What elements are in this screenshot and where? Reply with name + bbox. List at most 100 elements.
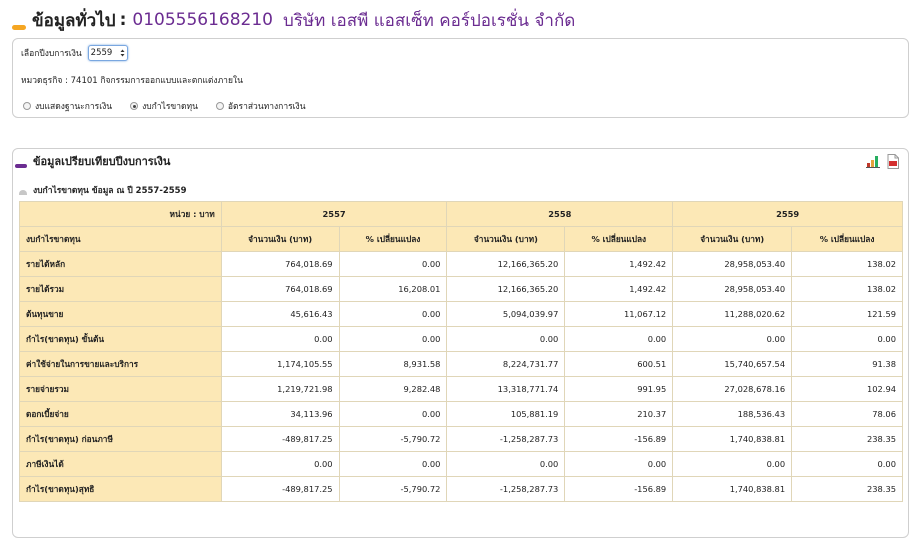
title-accent-mark <box>12 24 26 30</box>
table-row: ภาษีเงินได้ 0.00 0.00 0.00 0.00 0.00 0.00 <box>19 451 903 477</box>
filter-panel: เลือกปีงบการเงิน 2559 หมวดธุรกิจ : 74101… <box>12 38 909 118</box>
table-row: ค่าใช้จ่ายในการขายและบริการ 1,174,105.55 8… <box>19 351 903 377</box>
caption-bullet-icon <box>19 189 27 195</box>
amount-cell: 0.00 <box>220 451 340 477</box>
change-cell: 238.35 <box>791 426 903 452</box>
row-label: ต้นทุนขาย <box>19 301 222 327</box>
radio-button[interactable] <box>23 102 31 110</box>
change-cell: 102.94 <box>791 376 903 402</box>
table-caption: งบกำไรขาดทุน ข้อมูล ณ ปี 2557-2559 <box>19 183 187 197</box>
table-row: รายได้รวม 764,018.69 16,208.01 12,166,365.2… <box>19 276 903 302</box>
amount-header: จำนวนเงิน (บาท) <box>220 226 340 252</box>
change-cell: 78.06 <box>791 401 903 427</box>
change-cell: 0.00 <box>338 301 448 327</box>
radio-income-statement[interactable]: งบกำไรขาดทุน <box>130 99 198 113</box>
change-cell: 210.37 <box>564 401 674 427</box>
table-body: รายได้หลัก 764,018.69 0.00 12,166,365.20 1,4… <box>19 251 903 502</box>
amount-cell: 11,288,020.62 <box>672 301 793 327</box>
income-statement-table: หน่วย : บาท 2557 2558 2559 งบกำไรขาดทุน … <box>19 201 903 502</box>
amount-cell: 45,616.43 <box>220 301 340 327</box>
year-header: 2559 <box>672 201 903 227</box>
amount-cell: 34,113.96 <box>220 401 340 427</box>
amount-cell: -489,817.25 <box>220 476 340 502</box>
change-cell: 121.59 <box>791 301 903 327</box>
radio-label: งบแสดงฐานะการเงิน <box>35 102 113 112</box>
table-caption-text: งบกำไรขาดทุน ข้อมูล ณ ปี 2557-2559 <box>33 186 187 196</box>
row-label: รายได้รวม <box>19 276 222 302</box>
page-title: ข้อมูลทั่วไป : 0105556168210 บริษัท เอสพ… <box>12 6 575 34</box>
title-label: ข้อมูลทั่วไป <box>32 10 116 31</box>
amount-cell: 15,740,657.54 <box>672 351 793 377</box>
change-cell: 16,208.01 <box>338 276 448 302</box>
title-separator: : <box>119 10 127 30</box>
change-cell: 8,931.58 <box>338 351 448 377</box>
year-header: 2557 <box>220 201 448 227</box>
amount-cell: 0.00 <box>220 326 340 352</box>
change-cell: 0.00 <box>338 401 448 427</box>
table-row: ดอกเบี้ยจ่าย 34,113.96 0.00 105,881.19 210.3… <box>19 401 903 427</box>
row-label: กำไร(ขาดทุน) ก่อนภาษี <box>19 426 222 452</box>
amount-cell: 0.00 <box>446 326 566 352</box>
select-arrows-icon <box>120 49 125 57</box>
row-label: ดอกเบี้ยจ่าย <box>19 401 222 427</box>
row-label: ค่าใช้จ่ายในการขายและบริการ <box>19 351 222 377</box>
row-label: กำไร(ขาดทุน) ขั้นต้น <box>19 326 222 352</box>
table-row: กำไร(ขาดทุน) ขั้นต้น 0.00 0.00 0.00 0.00 0.00… <box>19 326 903 352</box>
amount-cell: 105,881.19 <box>446 401 566 427</box>
change-cell: 600.51 <box>564 351 674 377</box>
change-cell: -156.89 <box>564 426 674 452</box>
row-label: กำไร(ขาดทุน)สุทธิ <box>19 476 222 502</box>
row-label: รายจ่ายรวม <box>19 376 222 402</box>
radio-label: งบกำไรขาดทุน <box>142 102 198 112</box>
table-row: กำไร(ขาดทุน)สุทธิ -489,817.25 -5,790.72 -1,… <box>19 476 903 502</box>
amount-cell: 12,166,365.20 <box>446 251 566 277</box>
radio-label: อัตราส่วนทางการเงิน <box>227 102 306 112</box>
amount-cell: 28,958,053.40 <box>672 251 793 277</box>
comparison-title: ข้อมูลเปรียบเทียบปีงบการเงิน <box>33 155 171 168</box>
amount-header: จำนวนเงิน (บาท) <box>446 226 566 252</box>
row-label: รายได้หลัก <box>19 251 222 277</box>
amount-cell: 27,028,678.16 <box>672 376 793 402</box>
radio-button[interactable] <box>130 102 139 110</box>
amount-cell: 1,219,721.98 <box>220 376 340 402</box>
amount-cell: -1,258,287.73 <box>446 476 566 502</box>
change-header: % เปลี่ยนแปลง <box>791 226 903 252</box>
change-cell: 0.00 <box>791 326 903 352</box>
change-header: % เปลี่ยนแปลง <box>338 226 448 252</box>
company-name: บริษัท เอสพี แอสเซ็ท คอร์ปอเรชั่น จำกัด <box>282 10 576 31</box>
table-row: กำไร(ขาดทุน) ก่อนภาษี -489,817.25 -5,790.7… <box>19 426 903 452</box>
column-header-row: งบกำไรขาดทุน จำนวนเงิน (บาท) % เปลี่ยนแป… <box>19 226 903 252</box>
amount-cell: 188,536.43 <box>672 401 793 427</box>
fiscal-year-value: 2559 <box>90 48 113 58</box>
table-row: รายจ่ายรวม 1,219,721.98 9,282.48 13,318,771… <box>19 376 903 402</box>
pdf-export-icon[interactable] <box>886 154 900 169</box>
radio-financial-ratios[interactable]: อัตราส่วนทางการเงิน <box>215 99 306 113</box>
amount-cell: 764,018.69 <box>220 251 340 277</box>
amount-header: จำนวนเงิน (บาท) <box>672 226 793 252</box>
business-type: หมวดธุรกิจ : 74101 กิจกรรมการออกแบบและตก… <box>21 76 243 86</box>
amount-cell: 0.00 <box>672 451 793 477</box>
row-header: งบกำไรขาดทุน <box>19 226 222 252</box>
amount-cell: 1,740,838.81 <box>672 476 793 502</box>
radio-balance-sheet[interactable]: งบแสดงฐานะการเงิน <box>23 99 112 113</box>
change-cell: 238.35 <box>791 476 903 502</box>
change-cell: 0.00 <box>338 451 448 477</box>
table-row: ต้นทุนขาย 45,616.43 0.00 5,094,039.97 11,067… <box>19 301 903 327</box>
change-cell: -156.89 <box>564 476 674 502</box>
excel-export-icon[interactable] <box>866 155 880 168</box>
table-row: รายได้หลัก 764,018.69 0.00 12,166,365.20 1,4… <box>19 251 903 277</box>
radio-button[interactable] <box>215 102 224 110</box>
comparison-header: ข้อมูลเปรียบเทียบปีงบการเงิน <box>13 149 908 173</box>
change-cell: 138.02 <box>791 276 903 302</box>
year-header: 2558 <box>446 201 674 227</box>
amount-cell: 13,318,771.74 <box>446 376 566 402</box>
fiscal-year-select[interactable]: 2559 <box>87 45 128 61</box>
company-id: 0105556168210 <box>132 10 273 30</box>
fiscal-year-label: เลือกปีงบการเงิน <box>21 49 82 59</box>
amount-cell: 0.00 <box>446 451 566 477</box>
change-cell: 0.00 <box>564 451 674 477</box>
change-cell: 9,282.48 <box>338 376 448 402</box>
change-cell: 0.00 <box>791 451 903 477</box>
change-cell: 1,492.42 <box>564 276 674 302</box>
amount-cell: -489,817.25 <box>220 426 340 452</box>
